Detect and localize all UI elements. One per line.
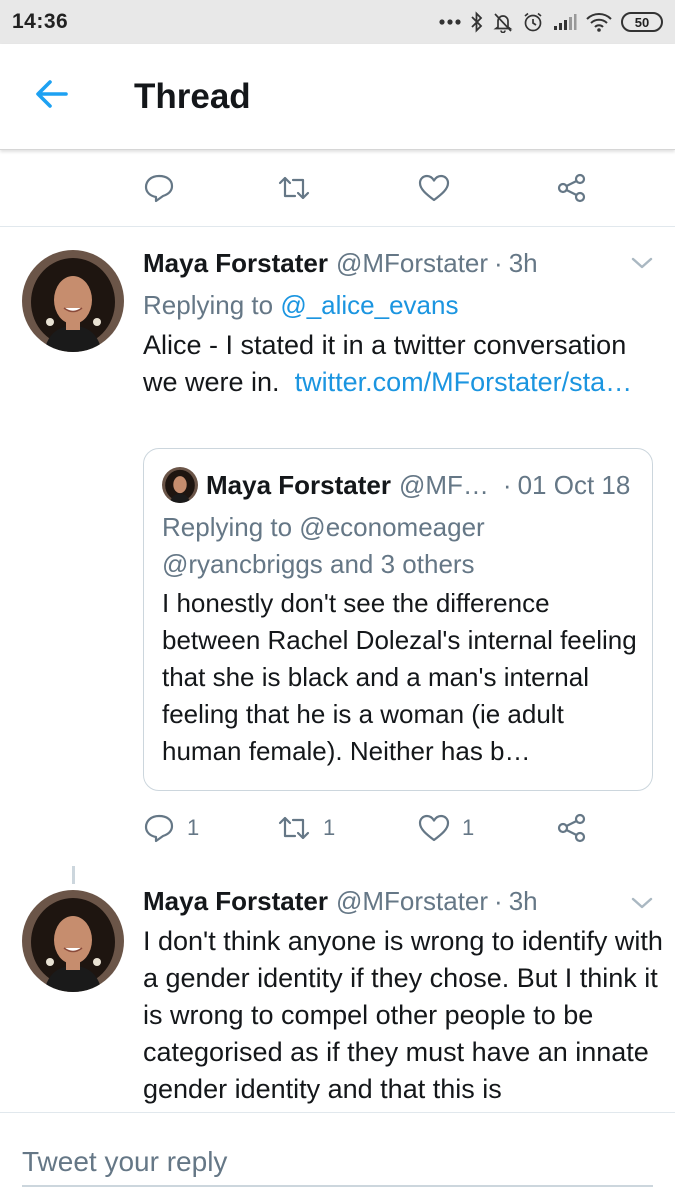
chevron-down-icon	[631, 897, 653, 914]
quoted-tweet[interactable]: Maya Forstater @MF… · 01 Oct 18 Replying…	[143, 448, 653, 791]
quoted-author-name: Maya Forstater	[206, 469, 391, 500]
separator: ·	[494, 886, 503, 916]
quoted-replying-to: Replying to @economeager @ryancbriggs an…	[162, 512, 485, 579]
quoted-tweet-text: I honestly don't see the difference betw…	[162, 588, 637, 766]
tweet-menu-button[interactable]	[631, 256, 653, 275]
separator: ·	[494, 248, 503, 278]
status-time: 14:36	[12, 10, 69, 33]
status-icons: 50	[439, 11, 663, 33]
quoted-avatar	[162, 467, 198, 503]
quoted-tweet-date: 01 Oct 18	[517, 469, 631, 500]
retweet-icon	[277, 174, 311, 202]
tweet-menu-button[interactable]	[631, 896, 653, 915]
heart-icon	[418, 813, 450, 843]
retweet-button[interactable]: 1	[277, 798, 335, 858]
alarm-icon	[522, 11, 544, 33]
tweet-text: Alice - I stated it in a twitter convers…	[143, 327, 658, 401]
separator: ·	[502, 469, 512, 500]
tweet-time[interactable]: 3h	[509, 886, 538, 917]
tweet-text: I don't think anyone is wrong to identif…	[143, 926, 663, 1104]
previous-tweet-actions	[0, 158, 675, 218]
share-icon	[556, 173, 588, 203]
heart-icon	[418, 173, 450, 203]
back-button[interactable]	[22, 67, 82, 127]
page-title: Thread	[134, 76, 251, 116]
share-icon	[556, 813, 588, 843]
author-handle[interactable]: @MForstater	[336, 248, 488, 279]
share-button[interactable]	[556, 158, 588, 218]
reply-count: 1	[187, 815, 200, 840]
retweet-button[interactable]	[277, 158, 311, 218]
tweet-time[interactable]: 3h	[509, 248, 538, 279]
tweet-link[interactable]: twitter.com/MForstater/sta…	[295, 367, 633, 397]
chevron-down-icon	[631, 257, 653, 274]
reply-button[interactable]: 1	[143, 798, 199, 858]
more-dots-icon	[439, 18, 461, 26]
quoted-author-handle: @MF…	[398, 469, 489, 500]
wifi-icon	[586, 12, 612, 32]
signal-icon	[553, 13, 577, 31]
tweet-header: Maya Forstater @MForstater · 3h	[143, 886, 538, 917]
share-button[interactable]	[556, 798, 588, 858]
reply-icon	[143, 813, 175, 843]
mention-link[interactable]: @_alice_evans	[280, 290, 458, 320]
replying-to: Replying to @_alice_evans	[143, 290, 458, 321]
battery-indicator: 50	[621, 12, 663, 32]
reply-button[interactable]	[143, 158, 175, 218]
author-name[interactable]: Maya Forstater	[143, 886, 328, 917]
like-button[interactable]: 1	[418, 798, 474, 858]
arrow-left-icon	[35, 79, 69, 114]
tweet-header: Maya Forstater @MForstater · 3h	[143, 248, 538, 279]
avatar[interactable]	[22, 890, 124, 992]
mute-bell-icon	[493, 11, 513, 33]
author-name[interactable]: Maya Forstater	[143, 248, 328, 279]
divider	[0, 226, 675, 227]
retweet-icon	[277, 814, 311, 842]
reply-composer	[0, 1112, 675, 1200]
avatar[interactable]	[22, 250, 124, 352]
like-count: 1	[462, 815, 475, 840]
thread-connector	[72, 866, 75, 884]
quoted-tweet-header: Maya Forstater @MF… · 01 Oct 18	[162, 467, 630, 503]
app-header: Thread	[0, 44, 675, 150]
like-button[interactable]	[418, 158, 450, 218]
replying-to-label: Replying to	[143, 290, 281, 320]
reply-input[interactable]	[22, 1139, 653, 1187]
retweet-count: 1	[323, 815, 336, 840]
tweet-actions: 1 1 1	[0, 798, 675, 858]
author-handle[interactable]: @MForstater	[336, 886, 488, 917]
status-bar: 14:36 50	[0, 0, 675, 44]
reply-icon	[143, 173, 175, 203]
bluetooth-icon	[470, 11, 484, 33]
